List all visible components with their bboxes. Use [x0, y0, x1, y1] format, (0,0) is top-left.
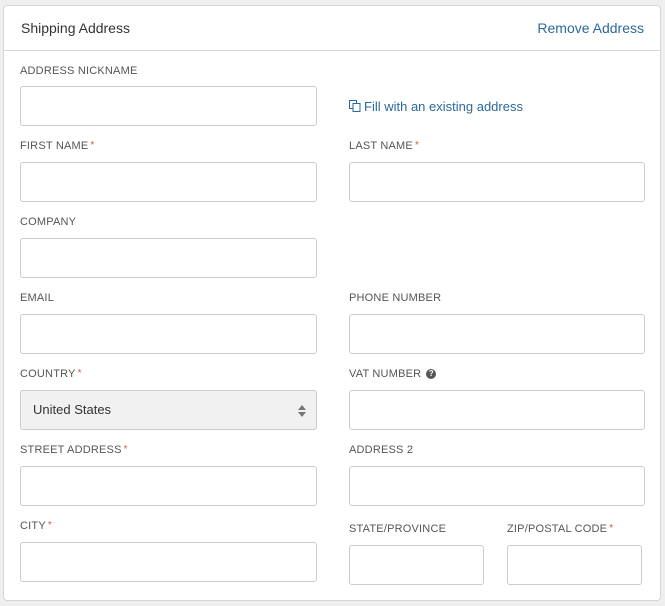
first-name-label-text: FIRST NAME: [20, 140, 89, 152]
country-select[interactable]: United States: [20, 390, 317, 430]
address2-input[interactable]: [349, 466, 645, 506]
street-label: STREET ADDRESS *: [20, 444, 128, 456]
required-asterisk: *: [609, 523, 614, 534]
company-input[interactable]: [20, 238, 317, 278]
country-select-value: United States: [33, 402, 112, 417]
copy-icon: [349, 100, 361, 112]
state-label: STATE/PROVINCE: [349, 523, 446, 535]
state-label-text: STATE/PROVINCE: [349, 523, 447, 535]
required-asterisk: *: [414, 140, 420, 151]
state-input[interactable]: [349, 545, 484, 585]
company-label: COMPANY: [20, 216, 76, 228]
last-name-label-text: LAST NAME: [349, 140, 413, 152]
last-name-input[interactable]: [349, 162, 645, 202]
fill-existing-address-link[interactable]: Fill with an existing address: [349, 99, 523, 114]
required-asterisk: *: [123, 444, 128, 455]
country-label-text: COUNTRY: [20, 368, 76, 380]
address2-label-text: ADDRESS 2: [349, 444, 414, 456]
email-label: EMAIL: [20, 292, 54, 304]
sort-arrows-icon: [298, 405, 306, 417]
required-asterisk: *: [47, 520, 52, 531]
company-label-text: COMPANY: [20, 216, 77, 228]
required-asterisk: *: [77, 368, 82, 379]
email-input[interactable]: [20, 314, 317, 354]
required-asterisk: *: [90, 140, 95, 151]
street-input[interactable]: [20, 466, 317, 506]
nickname-label: ADDRESS NICKNAME: [20, 65, 138, 77]
vat-input[interactable]: [349, 390, 645, 430]
remove-address-link[interactable]: Remove Address: [537, 20, 644, 36]
phone-label: PHONE NUMBER: [349, 292, 441, 304]
city-label: CITY *: [20, 520, 52, 532]
zip-label-text: ZIP/POSTAL CODE: [507, 523, 608, 535]
vat-label: VAT NUMBER?: [349, 368, 437, 380]
nickname-label-text: ADDRESS NICKNAME: [20, 65, 138, 77]
card-title: Shipping Address: [21, 20, 130, 36]
zip-label: ZIP/POSTAL CODE *: [507, 523, 613, 535]
nickname-input[interactable]: [20, 86, 317, 126]
first-name-label: FIRST NAME *: [20, 140, 95, 152]
city-label-text: CITY: [20, 520, 46, 532]
phone-input[interactable]: [349, 314, 645, 354]
shipping-address-card: Shipping Address Remove Address ADDRESS …: [3, 5, 661, 601]
help-icon[interactable]: ?: [426, 369, 437, 380]
street-label-text: STREET ADDRESS: [20, 444, 122, 456]
zip-input[interactable]: [507, 545, 642, 585]
city-input[interactable]: [20, 542, 317, 582]
vat-label-text: VAT NUMBER: [349, 368, 422, 380]
phone-label-text: PHONE NUMBER: [349, 292, 442, 304]
last-name-label: LAST NAME *: [349, 140, 419, 152]
first-name-input[interactable]: [20, 162, 317, 202]
fill-link-label: Fill with an existing address: [364, 99, 523, 114]
card-header: Shipping Address Remove Address: [4, 6, 660, 51]
country-label: COUNTRY *: [20, 368, 82, 380]
email-label-text: EMAIL: [20, 292, 55, 304]
address2-label: ADDRESS 2: [349, 444, 413, 456]
